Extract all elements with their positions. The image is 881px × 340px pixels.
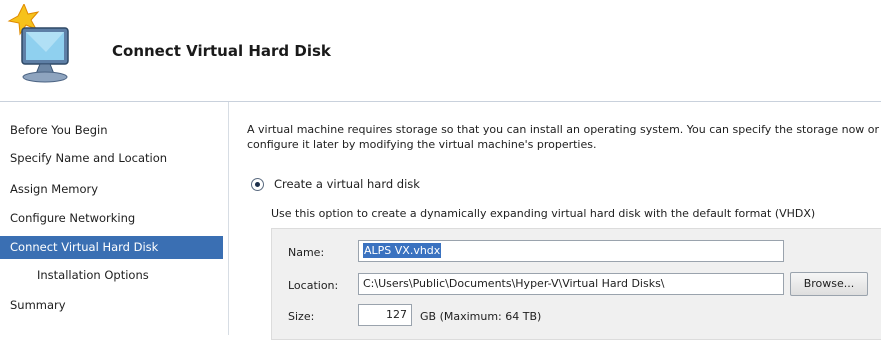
step-specify-name-and-location[interactable]: Specify Name and Location [0,147,223,170]
new-virtual-machine-icon [7,4,69,83]
create-disk-radio-label: Create a virtual hard disk [274,177,420,191]
location-label: Location: [288,279,339,292]
wizard-step-list: Before You Begin Specify Name and Locati… [0,102,225,335]
size-input[interactable]: 127 [358,304,412,326]
step-summary[interactable]: Summary [0,294,223,317]
name-input-value: ALPS VX.vhdx [363,243,442,258]
page-title: Connect Virtual Hard Disk [112,42,331,60]
storage-description: A virtual machine requires storage so th… [247,123,880,151]
step-installation-options[interactable]: Installation Options [0,264,223,287]
step-assign-memory[interactable]: Assign Memory [0,178,223,201]
create-disk-hint: Use this option to create a dynamically … [271,207,816,220]
size-unit: GB (Maximum: 64 TB) [420,310,542,323]
wizard-content: A virtual machine requires storage so th… [229,102,881,340]
disk-settings-group: Name: ALPS VX.vhdx Location: C:\Users\Pu… [271,228,881,340]
wizard-header: Connect Virtual Hard Disk [0,0,881,102]
name-label: Name: [288,246,325,259]
size-label: Size: [288,310,315,323]
step-configure-networking[interactable]: Configure Networking [0,207,223,230]
create-virtual-hard-disk-option[interactable]: Create a virtual hard disk [251,175,420,193]
location-input[interactable]: C:\Users\Public\Documents\Hyper-V\Virtua… [358,273,784,295]
name-input[interactable]: ALPS VX.vhdx [358,240,784,262]
step-connect-virtual-hard-disk[interactable]: Connect Virtual Hard Disk [0,236,223,259]
step-before-you-begin[interactable]: Before You Begin [0,119,223,142]
browse-button[interactable]: Browse... [790,272,868,296]
create-disk-radio[interactable] [251,177,264,191]
